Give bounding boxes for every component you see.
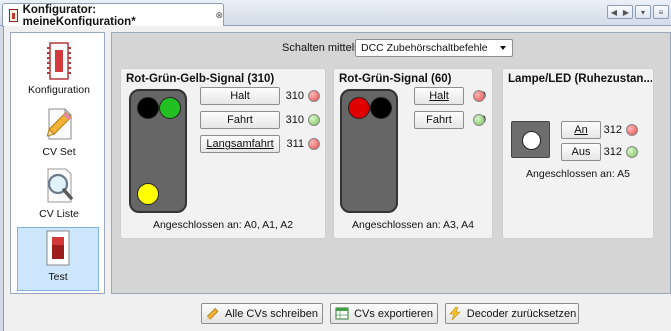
switch-mode-label: Schalten mittels: — [282, 42, 363, 54]
content-frame: Konfiguration CV Set CV Liste Test Schal… — [3, 26, 671, 331]
status-led-green — [308, 114, 320, 126]
tab-list-button[interactable]: ▾ — [635, 5, 651, 19]
sidebar-item-label: CV Set — [42, 146, 76, 158]
status-led-red — [473, 90, 485, 102]
switch-mode-select[interactable]: DCC Zubehörschaltbefehle — [355, 39, 513, 57]
signal-rgy-body — [129, 89, 187, 213]
status-led-green — [626, 146, 638, 158]
spreadsheet-icon — [335, 307, 349, 320]
sidebar: Konfiguration CV Set CV Liste Test — [10, 32, 105, 294]
reset-decoder-button[interactable]: Decoder zurücksetzen — [445, 303, 579, 324]
sidebar-item-label: Konfiguration — [28, 84, 90, 96]
maximize-button[interactable]: ≡ — [653, 5, 669, 19]
button-label: Halt — [230, 90, 250, 102]
chevron-right-icon[interactable]: ▶ — [623, 8, 629, 17]
chevron-down-icon — [500, 46, 506, 50]
button-label: Alle CVs schreiben — [225, 307, 318, 320]
address: 312 — [603, 124, 622, 136]
decoder-icon — [47, 42, 71, 80]
chevron-left-icon[interactable]: ◀ — [611, 8, 617, 17]
button-label: Langsamfahrt — [206, 138, 274, 150]
sidebar-item-cv-set[interactable]: CV Set — [19, 103, 99, 163]
button-label: CVs exportieren — [354, 307, 433, 320]
status-led-green — [473, 114, 485, 126]
address: 310 — [285, 90, 304, 102]
sidebar-item-label: CV Liste — [39, 208, 79, 220]
button-label: An — [574, 124, 588, 136]
status-led-red — [626, 124, 638, 136]
signal-lamp-green — [370, 97, 392, 119]
address: 311 — [286, 138, 304, 150]
magnifier-icon — [47, 168, 73, 203]
signal-lamp-red — [348, 97, 370, 119]
button-label: Aus — [571, 146, 591, 158]
lightning-icon — [449, 307, 461, 320]
pencil-icon — [206, 308, 219, 320]
tab-bar: Konfigurator: meineKonfiguration* ⊗ ◀ ▶ … — [0, 0, 671, 28]
status-led-red — [308, 90, 320, 102]
pencil-icon — [46, 108, 72, 140]
signal-lamp-red — [137, 97, 159, 119]
close-icon[interactable]: ⊗ — [215, 10, 223, 21]
fahrt-button[interactable]: Fahrt — [200, 111, 280, 129]
connected-outputs: Angeschlossen an: A3, A4 — [351, 219, 474, 231]
tab-configurator[interactable]: Konfigurator: meineKonfiguration* ⊗ — [2, 3, 224, 28]
signal-card-rgy: Rot-Grün-Gelb-Signal (310) Halt 310 Fahr… — [120, 68, 326, 239]
card-title: Lampe/LED (Ruhezustan... — [508, 73, 652, 85]
an-button[interactable]: An — [561, 121, 601, 139]
lamp-body — [511, 121, 550, 158]
switch-mode-value: DCC Zubehörschaltbefehle — [361, 42, 488, 54]
tab-scroll-buttons[interactable]: ◀ ▶ — [607, 5, 633, 19]
halt-button[interactable]: Halt — [200, 87, 280, 105]
switch-row: Schalten mittels: DCC Zubehörschaltbefeh… — [112, 38, 671, 58]
card-title: Rot-Grün-Gelb-Signal (310) — [126, 73, 275, 85]
tab-title: Konfigurator: meineKonfiguration* — [22, 3, 136, 28]
write-all-cvs-button[interactable]: Alle CVs schreiben — [201, 303, 323, 324]
chevron-down-icon: ▾ — [640, 7, 645, 17]
sidebar-item-label: Test — [48, 271, 68, 283]
sidebar-item-cv-liste[interactable]: CV Liste — [19, 165, 99, 225]
export-cvs-button[interactable]: CVs exportieren — [330, 303, 438, 324]
signal-lamp-yellow — [137, 183, 159, 205]
lamp-card: Lampe/LED (Ruhezustan... An 312 Aus 312 … — [502, 68, 654, 239]
signal-lamp-green — [159, 97, 181, 119]
document-icon — [9, 9, 18, 22]
window-controls: ◀ ▶ ▾ ≡ — [607, 5, 669, 19]
button-label: Fahrt — [227, 114, 253, 126]
sidebar-item-test[interactable]: Test — [17, 227, 99, 291]
connected-outputs: Angeschlossen an: A0, A1, A2 — [152, 219, 294, 231]
aus-button[interactable]: Aus — [561, 143, 601, 161]
connected-outputs: Angeschlossen an: A5 — [526, 168, 630, 180]
bottom-toolbar: Alle CVs schreiben CVs exportieren Decod… — [4, 303, 671, 327]
address: 310 — [285, 114, 304, 126]
address: 312 — [603, 146, 622, 158]
lamp-bulb — [522, 131, 541, 150]
window-icon: ≡ — [658, 7, 664, 17]
test-panel: Schalten mittels: DCC Zubehörschaltbefeh… — [111, 32, 671, 294]
langsamfahrt-button[interactable]: Langsamfahrt — [200, 135, 280, 153]
signal-rg-body — [340, 89, 398, 213]
card-title: Rot-Grün-Signal (60) — [339, 73, 452, 85]
sidebar-item-konfiguration[interactable]: Konfiguration — [19, 41, 99, 101]
switch-icon — [46, 230, 70, 266]
status-led-red — [308, 138, 320, 150]
signal-card-rg: Rot-Grün-Signal (60) Halt 60 Fahrt 60 An… — [333, 68, 493, 239]
button-label: Decoder zurücksetzen — [466, 307, 577, 320]
